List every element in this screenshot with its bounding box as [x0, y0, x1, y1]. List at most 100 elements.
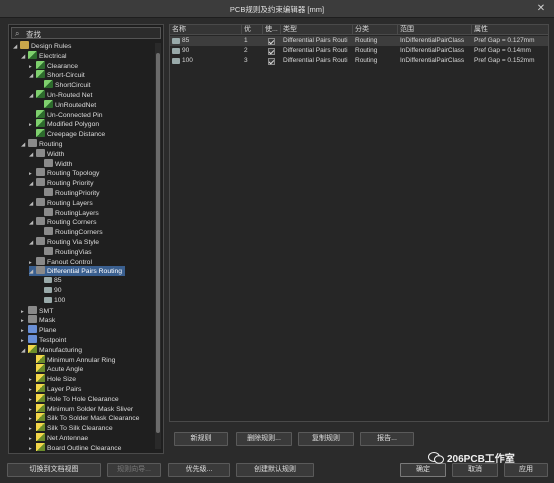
- collapse-arrow-icon[interactable]: ◢: [29, 71, 36, 81]
- tree-item[interactable]: ◢ Routing Priority: [29, 178, 93, 188]
- tree-item[interactable]: ▸ SMT: [21, 305, 53, 316]
- column-header-category[interactable]: 分类: [353, 25, 398, 35]
- tree-scrollbar-thumb[interactable]: [156, 53, 160, 433]
- tree-item[interactable]: Un-Connected Pin: [29, 109, 103, 120]
- copy-rule-button[interactable]: 复制规则: [298, 432, 354, 446]
- tree-item[interactable]: ▸ Minimum Solder Mask Sliver: [29, 403, 133, 414]
- search-input[interactable]: ⌕ 查找: [11, 27, 161, 39]
- tree-item[interactable]: ◢ Routing Via Style: [29, 237, 99, 247]
- gen-rule-icon: [36, 178, 45, 187]
- expand-arrow-icon[interactable]: ▸: [29, 444, 36, 451]
- tree-item[interactable]: 90: [37, 286, 62, 296]
- switch-to-document-view-button[interactable]: 切换到文档视图: [7, 463, 101, 477]
- tree-item-label: Un-Routed Net: [47, 92, 93, 99]
- collapse-arrow-icon[interactable]: ◢: [29, 267, 36, 277]
- table-row[interactable]: 85 1 Differential Pairs Routi Routing InDiff…: [170, 36, 548, 46]
- table-row[interactable]: 100 3 Differential Pairs Routi Routing InDif…: [170, 56, 548, 66]
- collapse-arrow-icon[interactable]: ◢: [21, 52, 28, 62]
- tree-item[interactable]: ▸ Testpoint: [21, 335, 66, 345]
- gen-rule-icon: [36, 266, 45, 275]
- window-title: PCB规则及约束编辑器 [mm]: [229, 5, 325, 14]
- priority-button[interactable]: 优先级...: [168, 463, 230, 477]
- tree-item-label: Layer Pairs: [47, 386, 82, 393]
- column-header-attributes[interactable]: 属性: [472, 25, 548, 35]
- tree-item-label: Mask: [39, 317, 56, 325]
- tree-item[interactable]: ◢ Routing Layers: [29, 197, 93, 209]
- column-header-type[interactable]: 类型: [281, 25, 353, 35]
- report-button[interactable]: 报告...: [360, 432, 414, 446]
- tree-item[interactable]: ▸ Clearance: [29, 60, 78, 71]
- tree-item[interactable]: RoutingPriority: [37, 188, 100, 198]
- tree-item-label: Testpoint: [39, 337, 67, 344]
- tree-item[interactable]: ◢ Electrical: [21, 50, 67, 62]
- tree-item[interactable]: 100: [37, 296, 65, 306]
- collapse-arrow-icon[interactable]: ◢: [29, 218, 36, 228]
- tree-item[interactable]: ▸ Mask: [21, 315, 55, 325]
- tree-item-label: Hole To Hole Clearance: [47, 395, 119, 403]
- tree-item-label: Fanout Control: [47, 258, 92, 266]
- tree-item[interactable]: ▸ Fanout Control: [29, 256, 92, 267]
- collapse-arrow-icon[interactable]: ◢: [29, 91, 36, 101]
- tree-item[interactable]: ▸ Net Antennae: [29, 433, 88, 443]
- tree-item[interactable]: Acute Angle: [29, 364, 83, 374]
- tree-item[interactable]: RoutingLayers: [37, 207, 99, 218]
- tree-item[interactable]: UnRoutedNet: [37, 99, 96, 110]
- category-cell: Routing: [355, 57, 378, 64]
- tree-item-label: Width: [47, 150, 65, 158]
- delete-rule-button[interactable]: 删除规则...: [236, 432, 292, 446]
- tree-item[interactable]: ◢ Width: [29, 148, 65, 160]
- rule-tree[interactable]: ◢ Design Rules ◢ Electrical ▸ Clearance ◢ Short…: [9, 41, 155, 451]
- collapse-arrow-icon[interactable]: ◢: [13, 42, 20, 52]
- tree-item-label: 90: [54, 287, 62, 294]
- collapse-arrow-icon[interactable]: ◢: [29, 199, 36, 209]
- tree-item[interactable]: ◢ Differential Pairs Routing: [29, 266, 126, 277]
- tree-item[interactable]: ◢ Routing: [21, 139, 62, 149]
- new-rule-button[interactable]: 新规则: [174, 432, 228, 446]
- tree-item-label: RoutingPriority: [55, 190, 100, 197]
- tree-item[interactable]: Width: [37, 158, 72, 169]
- column-header-enabled[interactable]: 使...: [263, 25, 281, 35]
- tree-item[interactable]: ▸ Silk To Solder Mask Clearance: [29, 413, 139, 423]
- tree-item[interactable]: ◢ Manufacturing: [21, 344, 82, 356]
- tree-item[interactable]: Minimum Annular Ring: [29, 354, 115, 365]
- small-rule-icon: [44, 277, 52, 284]
- create-default-rules-button[interactable]: 创建默认规则: [236, 463, 314, 477]
- enabled-checkbox[interactable]: [268, 38, 275, 45]
- tree-item[interactable]: Creepage Distance: [29, 129, 105, 139]
- tree-item[interactable]: ▸ Modified Polygon: [29, 119, 99, 129]
- tree-item[interactable]: ▸ Layer Pairs: [29, 384, 81, 394]
- tree-item[interactable]: ◢ Routing Corners: [29, 217, 97, 227]
- table-row[interactable]: 90 2 Differential Pairs Routi Routing InDiff…: [170, 46, 548, 56]
- tree-item[interactable]: RoutingCorners: [37, 227, 103, 237]
- tree-item[interactable]: ShortCircuit: [37, 80, 91, 90]
- tree-item-label: Hole Size: [47, 376, 77, 384]
- tree-item[interactable]: ◢ Un-Routed Net: [29, 90, 92, 100]
- tree-item[interactable]: 85: [37, 276, 62, 286]
- tree-item[interactable]: ▸ Board Outline Clearance: [29, 442, 121, 451]
- mfg-rule-icon: [36, 403, 45, 412]
- collapse-arrow-icon[interactable]: ◢: [29, 150, 36, 160]
- tree-item[interactable]: ◢ Design Rules: [13, 41, 71, 51]
- tree-item[interactable]: ▸ Hole Size: [29, 374, 76, 384]
- collapse-arrow-icon[interactable]: ◢: [29, 238, 36, 248]
- close-icon[interactable]: ✕: [534, 2, 548, 16]
- enabled-checkbox[interactable]: [268, 58, 275, 65]
- rule-wizard-button[interactable]: 规则向导...: [107, 463, 161, 477]
- tree-item[interactable]: ▸ Hole To Hole Clearance: [29, 393, 119, 404]
- collapse-arrow-icon[interactable]: ◢: [21, 346, 28, 356]
- tree-item[interactable]: ▸ Silk To Silk Clearance: [29, 423, 113, 433]
- collapse-arrow-icon[interactable]: ◢: [21, 140, 28, 150]
- tree-item[interactable]: RoutingVias: [37, 246, 92, 257]
- attributes-cell: Pref Gap = 0.14mm: [474, 47, 531, 54]
- tree-item[interactable]: ◢ Short-Circuit: [29, 70, 85, 80]
- enabled-checkbox[interactable]: [268, 48, 275, 55]
- column-header-name[interactable]: 名称: [170, 25, 242, 35]
- tree-item[interactable]: ▸ Routing Topology: [29, 168, 99, 178]
- collapse-arrow-icon[interactable]: ◢: [29, 179, 36, 189]
- column-header-priority[interactable]: 优: [242, 25, 263, 35]
- column-header-scope[interactable]: 范围: [398, 25, 472, 35]
- rule-rule-icon: [44, 99, 53, 108]
- gen-rule-icon: [36, 197, 45, 206]
- tree-item[interactable]: ▸ Plane: [21, 325, 56, 335]
- tree-scrollbar[interactable]: [155, 43, 161, 449]
